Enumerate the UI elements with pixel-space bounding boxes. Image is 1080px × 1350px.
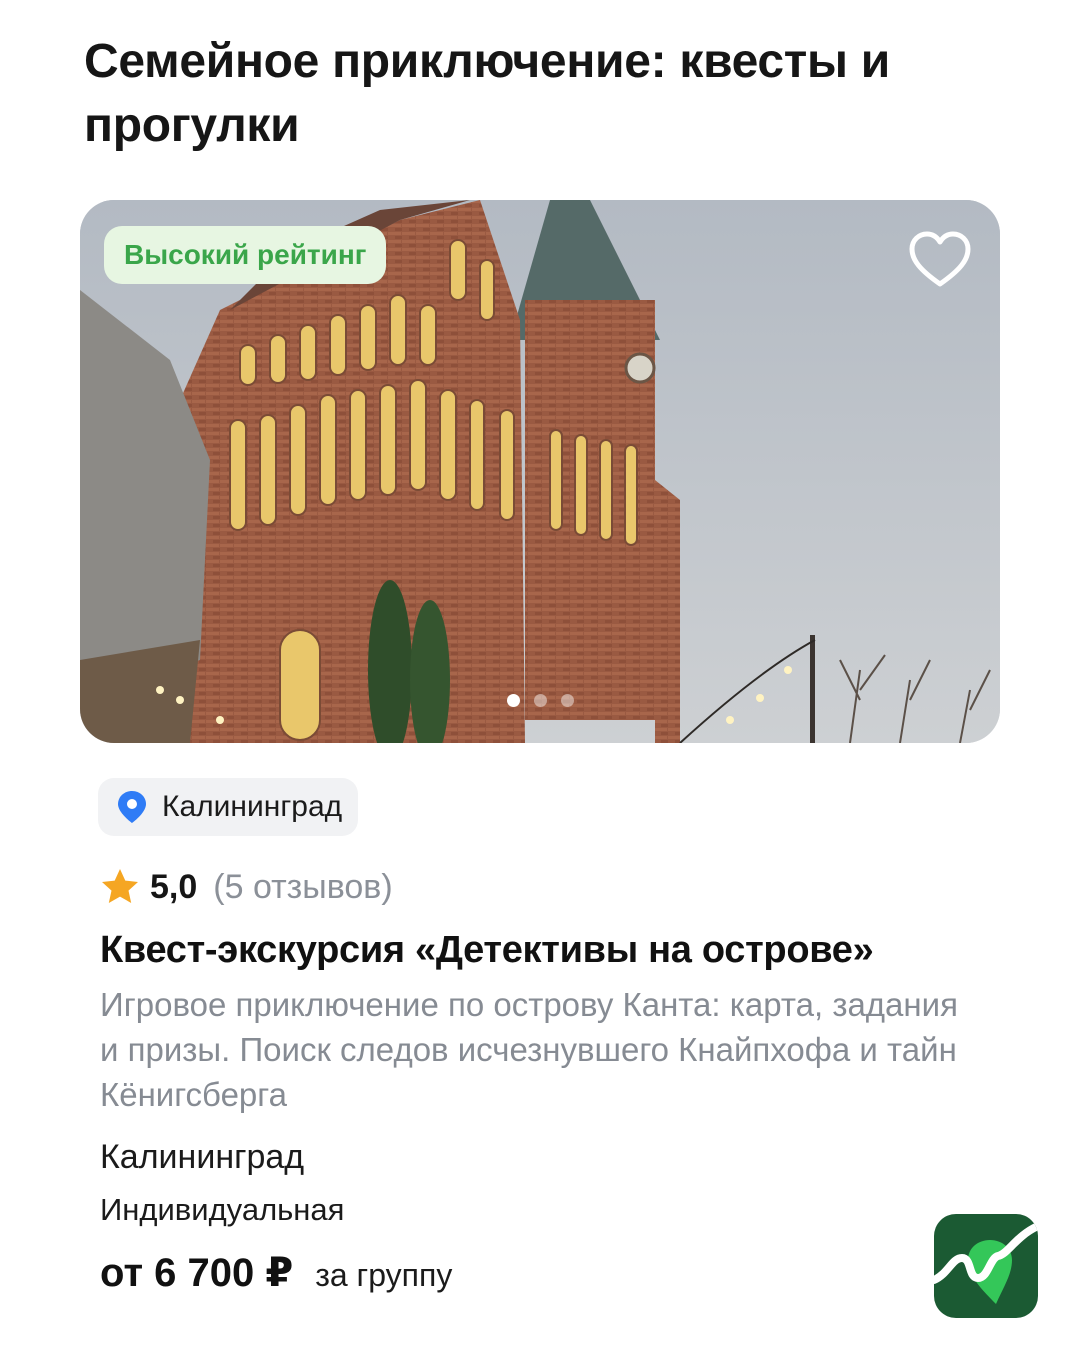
app-logo-icon — [934, 1214, 1038, 1318]
carousel-dot[interactable] — [533, 694, 547, 707]
carousel-indicator — [80, 694, 1000, 707]
star-icon — [102, 869, 138, 903]
tour-price: от 6 700 ₽ — [100, 1251, 294, 1295]
tour-city: Калининград — [100, 1138, 305, 1176]
tour-title[interactable]: Квест-экскурсия «Детективы на острове» — [100, 922, 1000, 978]
page: Семейное приключение: квесты и прогулки — [0, 0, 1080, 1350]
carousel-dot[interactable] — [506, 694, 520, 707]
page-title: Семейное приключение: квесты и прогулки — [84, 35, 890, 152]
price-row: от 6 700 ₽ за группу — [100, 1250, 452, 1296]
reviews-count-link[interactable]: (5 отзывов) — [213, 868, 392, 907]
location-chip-label: Калининград — [162, 790, 343, 823]
map-pin-icon — [118, 791, 146, 823]
price-unit: за группу — [315, 1257, 453, 1293]
tour-description: Игровое приключение по острову Канта: ка… — [100, 986, 958, 1113]
carousel-dot[interactable] — [560, 694, 574, 707]
heart-outline-icon — [909, 231, 971, 287]
tour-format: Индивидуальная — [100, 1192, 345, 1227]
high-rating-badge: Высокий рейтинг — [104, 226, 387, 284]
tour-photo-carousel[interactable]: Высокий рейтинг — [80, 200, 1000, 743]
rating-value: 5,0 — [150, 867, 198, 906]
location-chip[interactable]: Калининград — [98, 778, 359, 836]
favorite-button[interactable] — [908, 230, 972, 290]
rating-row: 5,0 (5 отзывов) — [100, 862, 393, 912]
